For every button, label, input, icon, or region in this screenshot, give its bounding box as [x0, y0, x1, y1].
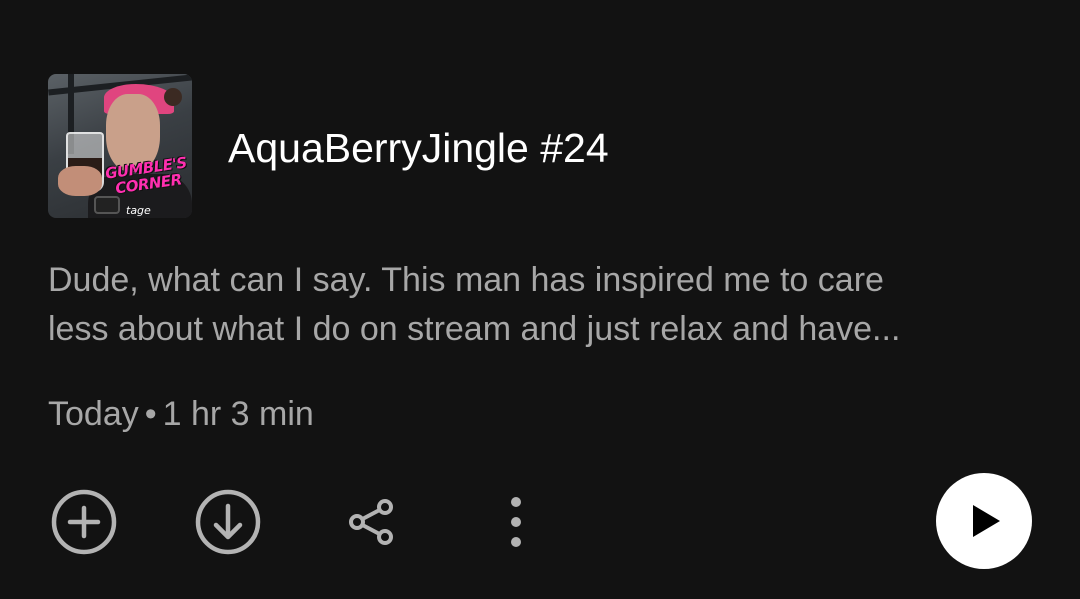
cover-hand	[58, 166, 102, 196]
episode-date: Today	[48, 395, 139, 433]
episode-meta: Today • 1 hr 3 min	[48, 390, 314, 438]
episode-card[interactable]: GUMBLE'S CORNER tage AquaBerryJingle #24…	[0, 0, 1080, 599]
play-icon	[973, 505, 1000, 537]
share-button[interactable]	[336, 486, 408, 558]
cover-hair-bun	[164, 88, 182, 106]
download-circle-icon	[195, 489, 261, 555]
share-icon	[349, 499, 393, 545]
episode-title[interactable]: AquaBerryJingle #24	[228, 123, 609, 173]
add-to-library-button[interactable]	[48, 486, 120, 558]
cover-watch	[94, 196, 120, 214]
play-button[interactable]	[936, 473, 1032, 569]
download-button[interactable]	[192, 486, 264, 558]
add-circle-icon	[51, 489, 117, 555]
cover-logo-sub: tage	[126, 204, 151, 217]
episode-cover-art: GUMBLE'S CORNER tage	[48, 74, 192, 218]
more-vertical-icon	[511, 497, 521, 547]
meta-separator: •	[144, 395, 157, 433]
episode-description: Dude, what can I say. This man has inspi…	[48, 261, 901, 348]
more-options-button[interactable]	[480, 486, 552, 558]
episode-duration: 1 hr 3 min	[162, 395, 314, 433]
